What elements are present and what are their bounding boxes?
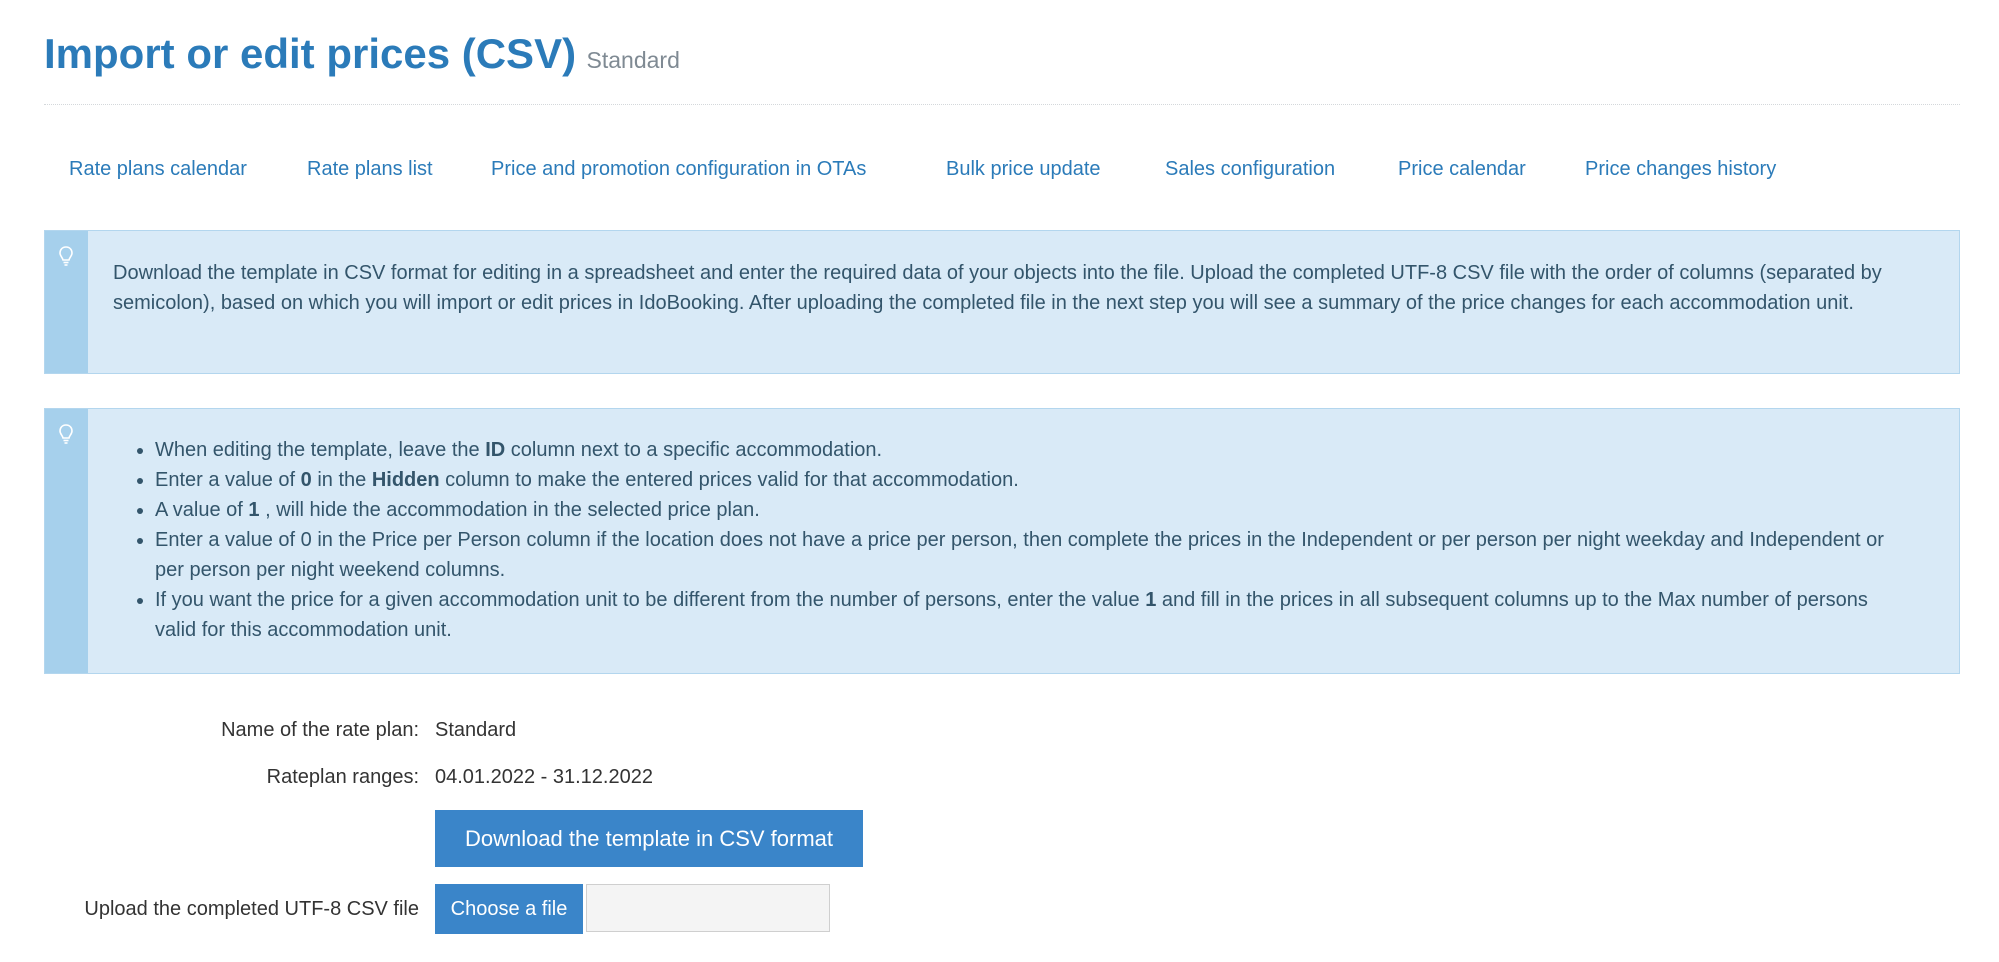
info-strip [45,409,88,673]
tab-rate-plans-list[interactable]: Rate plans list [307,158,433,181]
rate-plan-name-value: Standard [435,719,517,741]
info-text: Download the template in CSV format for … [113,262,1882,314]
tab-bulk-price-update[interactable]: Bulk price update [946,158,1101,181]
tab-price-calendar[interactable]: Price calendar [1398,158,1526,181]
page-subtitle: Standard [586,47,680,73]
rate-plan-name-label: Name of the rate plan: [221,719,419,741]
page-title: Import or edit prices (CSV) [44,30,577,77]
info-instructions: When editing the template, leave the ID … [113,435,1903,645]
instructions-list: When editing the template, leave the ID … [113,435,1903,645]
choose-file-button[interactable]: Choose a file [435,884,583,934]
tab-price-changes-history[interactable]: Price changes history [1585,158,1776,181]
tab-price-promotion-otas[interactable]: Price and promotion configuration in OTA… [491,158,866,181]
info-box-instructions: When editing the template, leave the ID … [44,408,1960,674]
page: Import or edit prices (CSV) Standard Rat… [0,0,1999,962]
title-divider [44,104,1960,105]
upload-csv-label: Upload the completed UTF-8 CSV file [84,898,419,920]
info-strip [45,231,88,373]
list-item: Enter a value of 0 in the Hidden column … [155,465,1903,495]
rateplan-ranges-value: 04.01.2022 - 31.12.2022 [435,766,653,788]
download-template-button[interactable]: Download the template in CSV format [435,810,863,867]
list-item: When editing the template, leave the ID … [155,435,1903,465]
list-item: Enter a value of 0 in the Price per Pers… [155,525,1903,585]
list-item: A value of 1 , will hide the accommodati… [155,495,1903,525]
lightbulb-icon [58,245,74,272]
title-row: Import or edit prices (CSV) Standard [44,30,680,78]
tab-sales-configuration[interactable]: Sales configuration [1165,158,1335,181]
tab-rate-plans-calendar[interactable]: Rate plans calendar [69,158,247,181]
file-name-field[interactable] [586,884,830,932]
tab-bar: Rate plans calendar Rate plans list Pric… [0,158,1999,188]
list-item: If you want the price for a given accomm… [155,585,1903,645]
lightbulb-icon [58,423,74,450]
rateplan-ranges-label: Rateplan ranges: [266,766,419,788]
info-box-download: Download the template in CSV format for … [44,230,1960,374]
